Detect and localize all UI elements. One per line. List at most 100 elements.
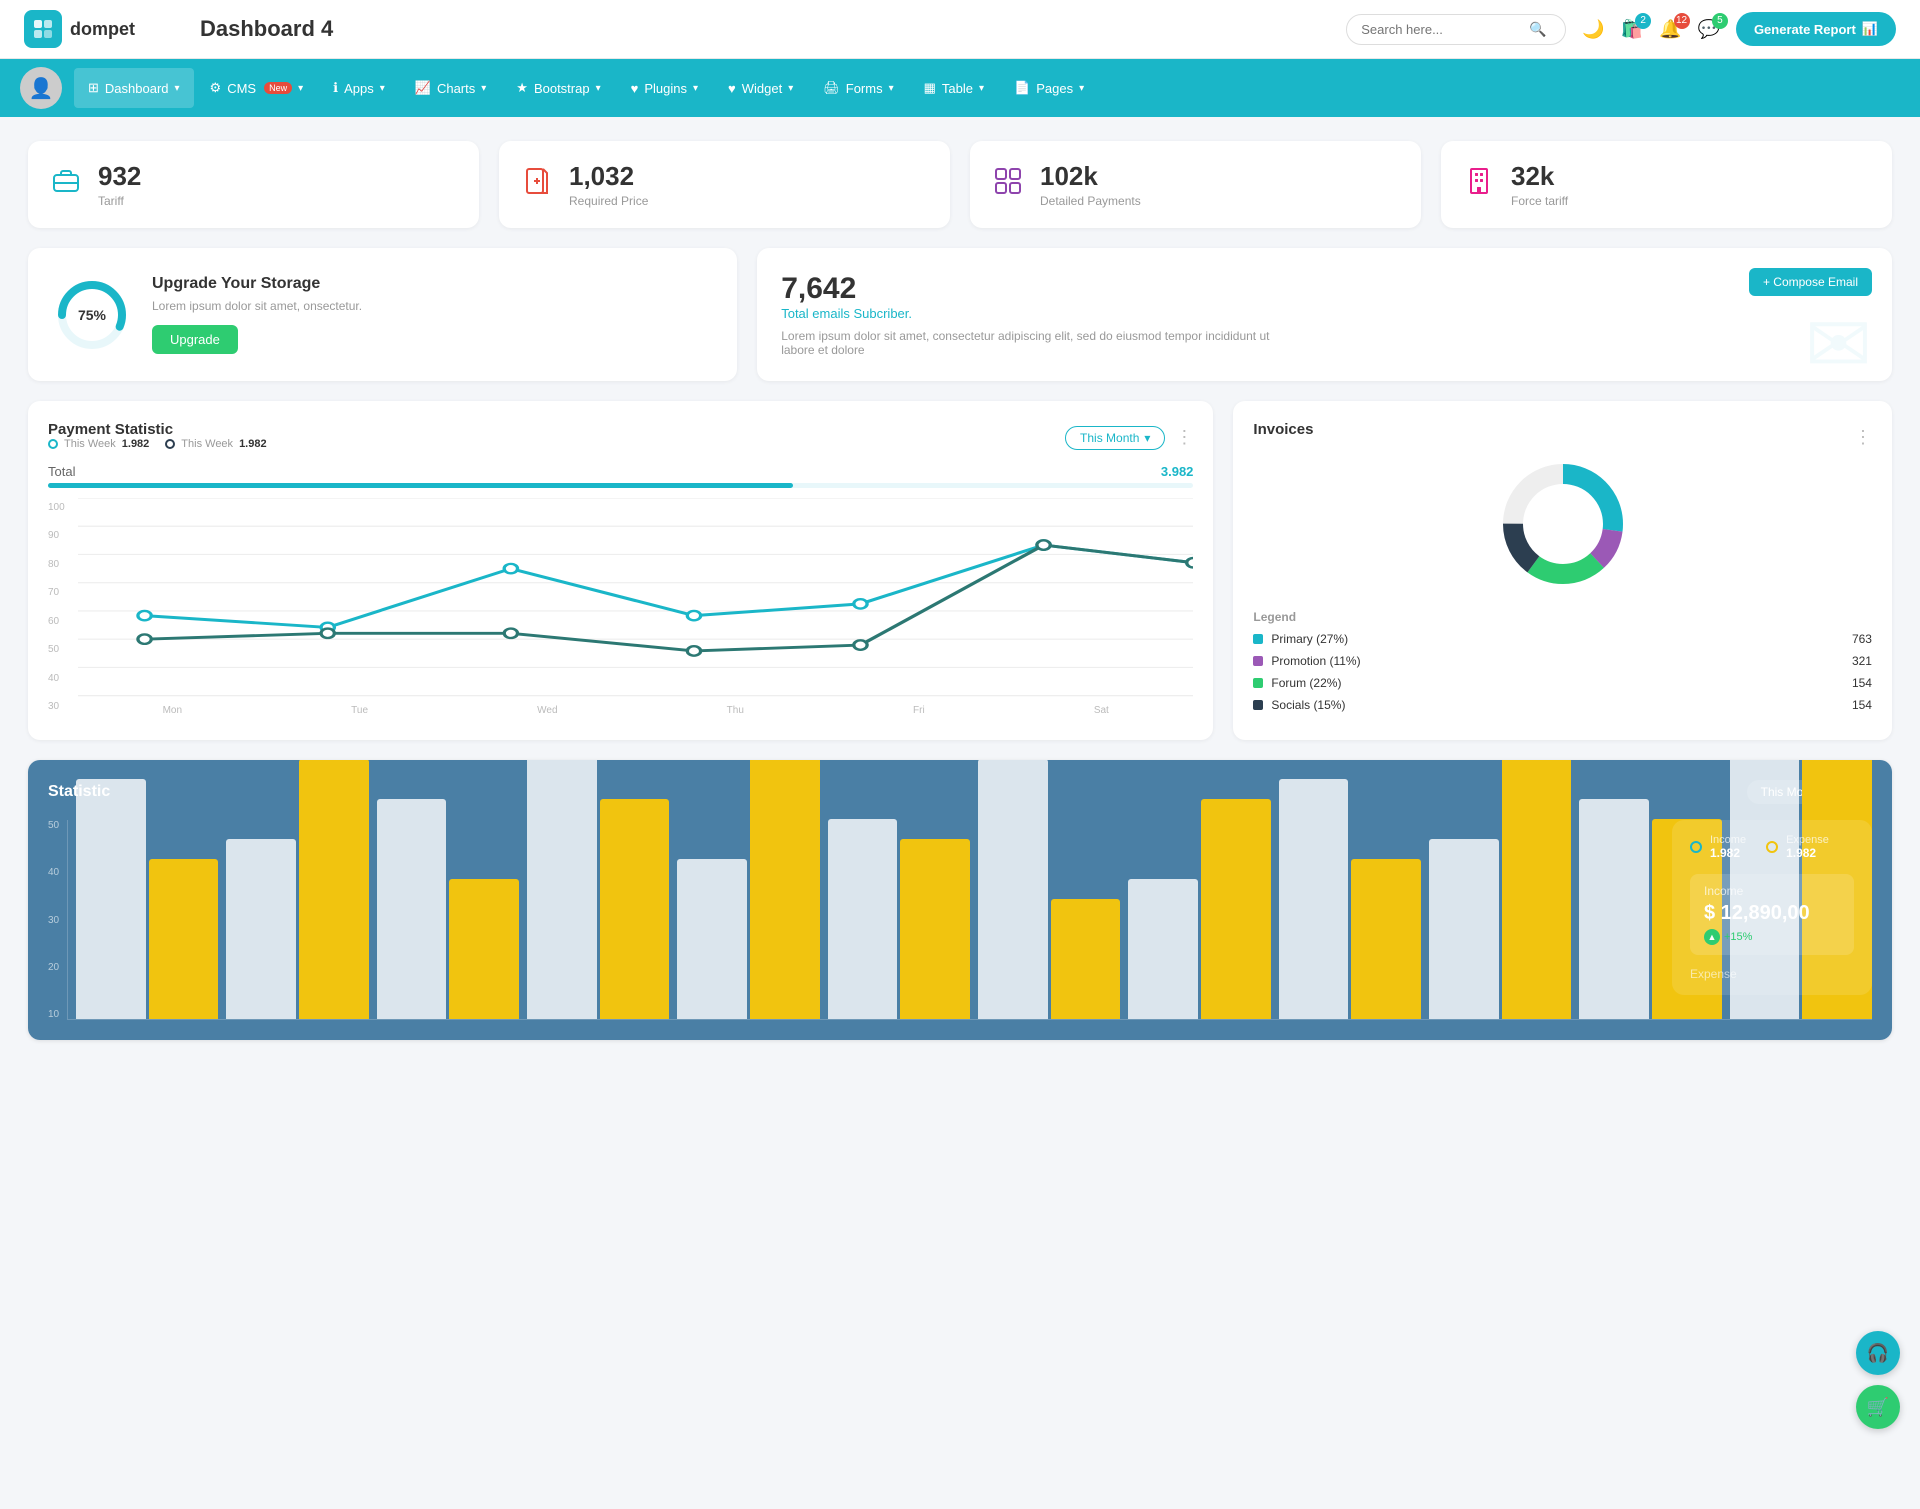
line-chart-container: 100 90 80 70 60 50 40 30 (48, 498, 1193, 716)
bar-group (1279, 779, 1421, 1019)
legend-row-primary: Primary (27%) 763 (1253, 632, 1872, 646)
bar-white (1579, 799, 1649, 1019)
nav-item-charts[interactable]: 📈 Charts ▾ (401, 68, 501, 108)
price-value: 1,032 (569, 161, 648, 192)
table-icon: ▦ (924, 80, 936, 96)
compose-email-button[interactable]: + Compose Email (1749, 268, 1872, 296)
bar-group (226, 760, 368, 1019)
promotion-color (1253, 656, 1263, 666)
bar-group (76, 779, 218, 1019)
statistic-card: Statistic This Month ▾ ⋮ 50 40 30 20 (28, 760, 1892, 1040)
logo-icon (24, 10, 62, 48)
compare-icon[interactable]: 🛍️ 2 (1621, 19, 1643, 40)
socials-color (1253, 700, 1263, 710)
income-box-title: Income (1704, 884, 1840, 898)
compare-badge: 2 (1635, 13, 1651, 29)
search-box[interactable]: 🔍 (1346, 14, 1566, 45)
theme-toggle-icon[interactable]: 🌙 (1582, 19, 1604, 40)
bar-group (978, 760, 1120, 1019)
print-icon: 🖨 (823, 80, 840, 96)
mail-bg-icon: ✉ (1805, 298, 1872, 381)
logo-text: dompet (70, 19, 135, 40)
email-subtitle: Total emails Subcriber. (781, 306, 1868, 321)
payment-filter-button[interactable]: This Month ▾ (1065, 426, 1165, 450)
force-value: 32k (1511, 161, 1568, 192)
total-bar-fill (48, 483, 793, 488)
invoices-donut-chart (1253, 454, 1872, 594)
nav-label-pages: Pages (1036, 81, 1073, 96)
bar-group (1429, 760, 1571, 1019)
stat-card-force-tariff: 32k Force tariff (1441, 141, 1892, 228)
expense-legend-value: 1.982 (1786, 846, 1829, 860)
promotion-value: 321 (1852, 654, 1872, 668)
grid2-icon (992, 165, 1024, 204)
bar-group (527, 760, 669, 1019)
expense-section-label: Expense (1690, 967, 1854, 981)
income-change: ▲ +15% (1704, 929, 1840, 945)
search-icon[interactable]: 🔍 (1529, 21, 1546, 38)
email-number: 7,642 (781, 272, 1868, 306)
income-expense-row: Income 1.982 Expense 1.982 (1690, 834, 1854, 860)
main-content: 932 Tariff 1,032 Required Price (0, 117, 1920, 1064)
nav-item-widget[interactable]: ♥ Widget ▾ (714, 69, 807, 108)
bar-yellow (900, 839, 970, 1019)
chart-xaxis: Mon Tue Wed Thu Fri Sat (78, 701, 1193, 716)
upgrade-button[interactable]: Upgrade (152, 325, 238, 354)
generate-report-label: Generate Report (1754, 22, 1856, 37)
bar-group (377, 799, 519, 1019)
total-label: Total (48, 464, 75, 479)
fab-headset[interactable]: 🎧 (1856, 1331, 1900, 1375)
legend-row-promotion: Promotion (11%) 321 (1253, 654, 1872, 668)
expense-dot (1766, 841, 1778, 853)
detailed-value: 102k (1040, 161, 1141, 192)
nav-item-dashboard[interactable]: ⊞ Dashboard ▾ (74, 68, 194, 108)
pages-icon: 📄 (1014, 80, 1030, 96)
payment-more-button[interactable]: ⋮ (1175, 427, 1193, 448)
nav-item-plugins[interactable]: ♥ Plugins ▾ (617, 69, 712, 108)
filter-label: This Month (1080, 431, 1139, 445)
nav-avatar: 👤 (20, 67, 62, 109)
payment-statistic-card: Payment Statistic This Week 1.982 This W… (28, 401, 1213, 740)
total-value: 3.982 (1161, 464, 1194, 479)
nav-item-table[interactable]: ▦ Table ▾ (910, 68, 998, 108)
briefcase-icon (50, 165, 82, 204)
invoices-donut-svg (1493, 454, 1633, 594)
bar-yaxis: 50 40 30 20 10 (48, 820, 67, 1020)
bar-white (527, 760, 597, 1019)
chevron-down-icon-forms: ▾ (889, 83, 894, 94)
bar-yellow (600, 799, 670, 1019)
line-chart-svg (78, 498, 1193, 698)
bar-white (377, 799, 447, 1019)
search-input[interactable] (1361, 22, 1521, 37)
nav-item-forms[interactable]: 🖨 Forms ▾ (809, 68, 907, 108)
expense-item: Expense 1.982 (1766, 834, 1829, 860)
nav-item-apps[interactable]: ℹ Apps ▾ (319, 68, 399, 108)
invoices-more-button[interactable]: ⋮ (1854, 427, 1872, 448)
bell-icon[interactable]: 🔔 12 (1659, 19, 1681, 40)
bar-white (1128, 879, 1198, 1019)
nav-label-table: Table (942, 81, 973, 96)
income-item: Income 1.982 (1690, 834, 1746, 860)
star-icon: ★ (516, 80, 528, 96)
file-plus-icon (521, 165, 553, 204)
heart2-icon: ♥ (728, 81, 736, 96)
bar-white (76, 779, 146, 1019)
logo: dompet (24, 10, 184, 48)
dark-legend-dot (165, 439, 175, 449)
chevron-down-icon-bootstrap: ▾ (596, 83, 601, 94)
nav-item-pages[interactable]: 📄 Pages ▾ (1000, 68, 1098, 108)
upgrade-card: 75% Upgrade Your Storage Lorem ipsum dol… (28, 248, 737, 381)
bar-group (1128, 799, 1270, 1019)
nav-item-cms[interactable]: ⚙ CMS New ▾ (196, 68, 318, 108)
invoices-title: Invoices (1253, 421, 1313, 438)
nav-item-bootstrap[interactable]: ★ Bootstrap ▾ (502, 68, 614, 108)
nav-label-plugins: Plugins (644, 81, 687, 96)
chevron-down-icon-pages: ▾ (1079, 83, 1084, 94)
fab-cart[interactable]: 🛒 (1856, 1385, 1900, 1429)
bar-white (828, 819, 898, 1019)
upgrade-title: Upgrade Your Storage (152, 275, 362, 293)
info-icon: ℹ (333, 80, 338, 96)
chat-icon[interactable]: 💬 5 (1698, 19, 1720, 40)
bar-group (828, 819, 970, 1019)
generate-report-button[interactable]: Generate Report 📊 (1736, 12, 1896, 46)
